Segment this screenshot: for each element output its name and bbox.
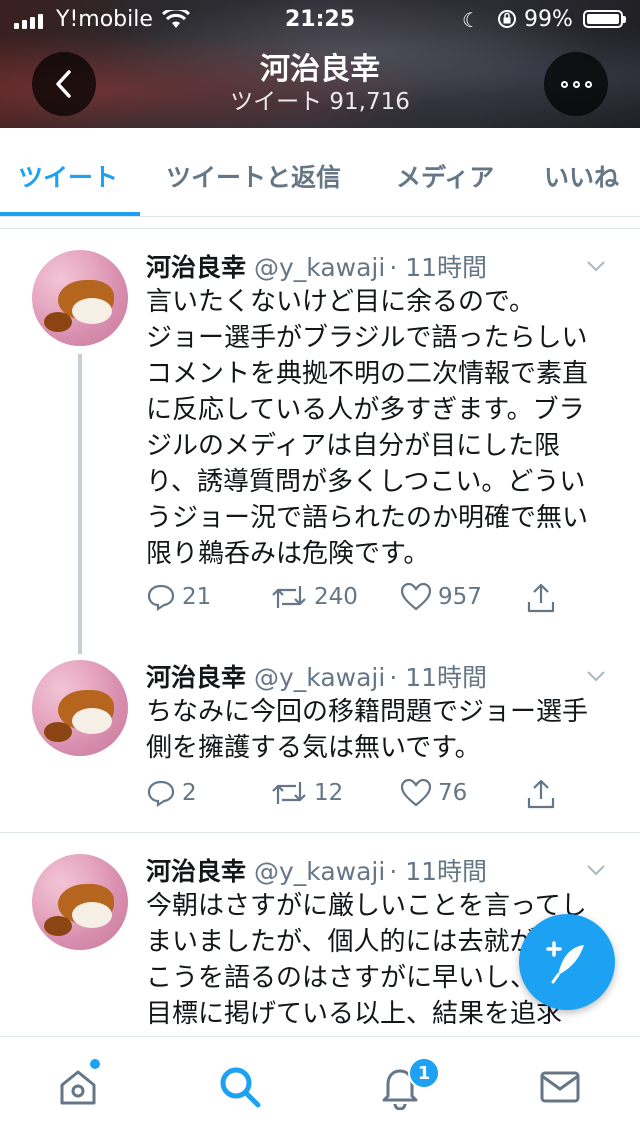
compose-tweet-button[interactable] (519, 914, 615, 1010)
tweet-author-handle[interactable]: @y_kawaji (254, 663, 385, 692)
chevron-down-icon[interactable] (586, 860, 606, 880)
chevron-down-icon[interactable] (586, 256, 606, 276)
tab-tweets-and-replies[interactable]: ツイートと返信 (166, 158, 341, 194)
tweet-header: 河治良幸 @y_kawaji · 11時間 (146, 248, 487, 284)
reply-icon (147, 584, 175, 612)
divider (0, 228, 640, 229)
compose-feather-icon (546, 941, 584, 984)
like-count: 76 (438, 780, 468, 806)
tab-media[interactable]: メディア (396, 158, 494, 194)
divider (0, 832, 640, 833)
tweet-time: · 11時間 (389, 253, 488, 282)
search-icon (220, 1067, 261, 1108)
tweet-author-name[interactable]: 河治良幸 (146, 857, 246, 886)
new-content-dot (90, 1059, 100, 1069)
like-button[interactable]: 957 (400, 582, 482, 612)
profile-header: Y!mobile 21:25 ☾ 99% 河治良幸 ツイート 91,716 (0, 0, 640, 128)
heart-icon (400, 582, 432, 611)
tweet-header: 河治良幸 @y_kawaji · 11時間 (146, 852, 487, 888)
moon-icon: ☾ (462, 8, 480, 32)
tweet-text: ちなみに今回の移籍問題でジョー選手側を擁護する気は無いです。 (146, 697, 589, 763)
retweet-button[interactable]: 240 (270, 582, 358, 612)
share-icon (527, 779, 555, 809)
share-button[interactable] (526, 582, 556, 614)
nav-search[interactable] (216, 1063, 264, 1111)
more-options-button[interactable] (544, 52, 608, 116)
reply-button[interactable]: 21 (146, 582, 211, 612)
bottom-navigation: 1 (0, 1036, 640, 1137)
retweet-icon (272, 782, 306, 804)
share-icon (527, 583, 555, 613)
mail-icon (540, 1071, 580, 1103)
profile-tabs: ツイート ツイートと返信 メディア いいね (0, 128, 640, 217)
battery-percent: 99% (524, 7, 573, 32)
tweet-time: · 11時間 (389, 857, 488, 886)
share-button[interactable] (526, 778, 556, 810)
rotation-lock-icon (498, 10, 516, 28)
retweet-count: 12 (314, 780, 344, 806)
retweet-count: 240 (314, 584, 358, 610)
tab-likes[interactable]: いいね (544, 158, 619, 194)
like-button[interactable]: 76 (400, 778, 467, 808)
retweet-button[interactable]: 12 (270, 778, 343, 808)
tweet-author-name[interactable]: 河治良幸 (146, 663, 246, 692)
avatar[interactable] (32, 854, 128, 950)
tab-tweets[interactable]: ツイート (18, 158, 118, 194)
reply-button[interactable]: 2 (146, 778, 197, 808)
nav-messages[interactable] (536, 1063, 584, 1111)
retweet-icon (272, 586, 306, 608)
tweet-header: 河治良幸 @y_kawaji · 11時間 (146, 658, 487, 694)
battery-icon (583, 10, 626, 28)
chevron-down-icon[interactable] (586, 666, 606, 686)
reply-count: 2 (182, 780, 197, 806)
tweet-author-handle[interactable]: @y_kawaji (254, 253, 385, 282)
tweet-text: 言いたくないけど目に余るので。 ジョー選手がブラジルで語ったらしいコメントを典拠… (146, 287, 589, 569)
reply-count: 21 (182, 584, 212, 610)
home-icon (60, 1070, 96, 1105)
nav-home[interactable] (54, 1063, 102, 1111)
thread-line (78, 354, 82, 654)
heart-icon (400, 778, 432, 807)
tweet-author-name[interactable]: 河治良幸 (146, 253, 246, 282)
notification-badge: 1 (408, 1057, 440, 1089)
status-bar: Y!mobile 21:25 ☾ 99% (0, 0, 640, 40)
reply-icon (147, 780, 175, 808)
tweet-author-handle[interactable]: @y_kawaji (254, 857, 385, 886)
tweet-time: · 11時間 (389, 663, 488, 692)
like-count: 957 (438, 584, 482, 610)
avatar[interactable] (32, 250, 128, 346)
more-icon (560, 80, 592, 88)
avatar[interactable] (32, 660, 128, 756)
active-tab-indicator (0, 212, 140, 216)
